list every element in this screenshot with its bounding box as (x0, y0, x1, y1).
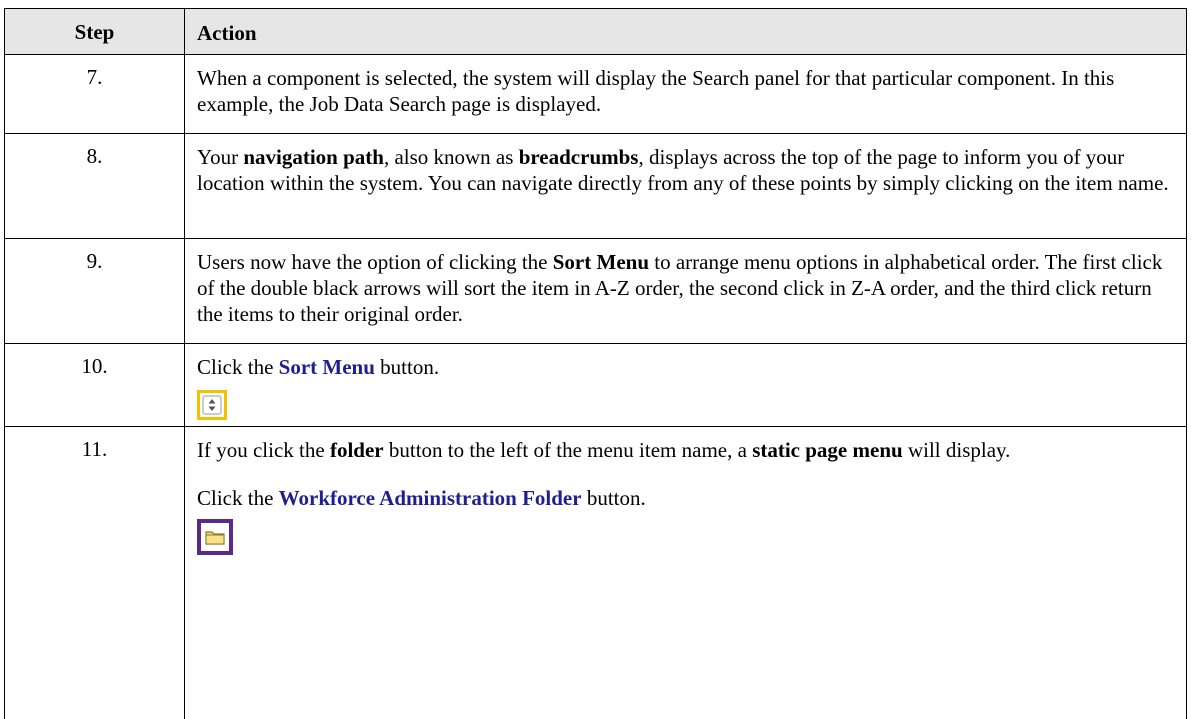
sort-menu-term: Sort Menu (552, 250, 649, 274)
breadcrumbs-term: breadcrumbs (518, 145, 639, 169)
table-header-row: Step Action (4, 8, 1187, 55)
step-text: When a component is selected, the system… (197, 66, 1115, 116)
folder-icon[interactable] (197, 519, 233, 555)
header-step: Step (5, 9, 185, 54)
navigation-path-term: navigation path (243, 145, 384, 169)
table-row: 8. Your navigation path, also known as b… (4, 134, 1187, 239)
step-number: 10. (5, 344, 185, 426)
table-row: 10. Click the Sort Menu button. (4, 344, 1187, 427)
step-text: Click the Sort Menu button. (185, 344, 1186, 426)
step-number: 11. (5, 427, 185, 719)
table-row: 9. Users now have the option of clicking… (4, 239, 1187, 344)
table-row: 7. When a component is selected, the sys… (4, 55, 1187, 134)
folder-term: folder (329, 438, 384, 462)
sort-menu-icon[interactable] (197, 390, 227, 420)
instruction-table: Step Action 7. When a component is selec… (4, 8, 1187, 719)
step-number: 8. (5, 134, 185, 238)
table-row: 11. If you click the folder button to th… (4, 427, 1187, 719)
workforce-admin-folder-link: Workforce Administration Folder (278, 486, 582, 510)
header-action: Action (197, 21, 257, 45)
step-number: 7. (5, 55, 185, 133)
sort-menu-link: Sort Menu (278, 355, 375, 379)
static-page-menu-term: static page menu (752, 438, 903, 462)
step-number: 9. (5, 239, 185, 343)
step-text: Users now have the option of clicking th… (197, 250, 1163, 326)
step-text: If you click the folder button to the le… (185, 427, 1186, 719)
step-text: Your navigation path, also known as brea… (197, 145, 1169, 195)
